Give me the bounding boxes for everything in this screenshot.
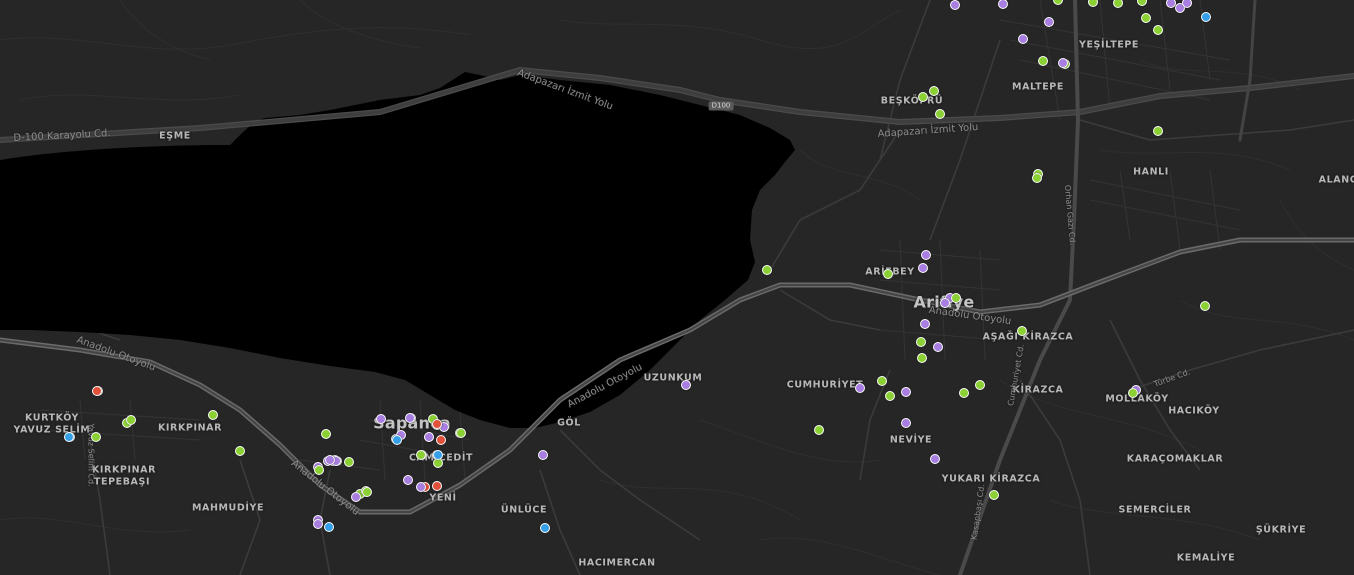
map-marker-purple[interactable] — [405, 413, 415, 423]
map-marker-purple[interactable] — [325, 455, 335, 465]
map-marker-green[interactable] — [1032, 173, 1042, 183]
map-marker-purple[interactable] — [424, 432, 434, 442]
map-marker-purple[interactable] — [1058, 58, 1068, 68]
place-label: MAHMUDİYE — [191, 502, 265, 514]
map-marker-purple[interactable] — [538, 450, 548, 460]
map-marker-red[interactable] — [436, 435, 446, 445]
map-marker-green[interactable] — [1141, 13, 1151, 23]
basemap — [0, 0, 1354, 575]
place-label: GÖL — [557, 417, 581, 429]
place-label: SEMERCİLER — [1118, 504, 1192, 516]
place-label: KIRKPINAR — [91, 464, 157, 476]
map-marker-purple[interactable] — [950, 0, 960, 10]
map-marker-red[interactable] — [92, 386, 102, 396]
place-label: YENİ — [429, 492, 457, 504]
place-label: ALANC — [1318, 174, 1354, 186]
place-label: UZUNKUM — [643, 372, 703, 384]
map-marker-green[interactable] — [1017, 326, 1027, 336]
place-label: AŞAĞI KİRAZCA — [982, 331, 1074, 343]
map-marker-green[interactable] — [929, 86, 939, 96]
map-marker-purple[interactable] — [933, 342, 943, 352]
place-label: HACIKÖY — [1168, 405, 1220, 417]
place-label: HACIMERCAN — [578, 557, 656, 569]
map-marker-green[interactable] — [314, 465, 324, 475]
map-marker-purple[interactable] — [930, 454, 940, 464]
map-marker-blue[interactable] — [433, 450, 443, 460]
map-marker-green[interactable] — [208, 410, 218, 420]
place-label: KEMALİYE — [1176, 552, 1236, 564]
map-marker-blue[interactable] — [64, 432, 74, 442]
map-marker-green[interactable] — [235, 446, 245, 456]
map-marker-red[interactable] — [432, 481, 442, 491]
place-label: ŞÜKRİYE — [1255, 524, 1307, 536]
place-label: CUMHURİYET — [786, 379, 864, 391]
map-marker-blue[interactable] — [324, 522, 334, 532]
map-marker-green[interactable] — [959, 388, 969, 398]
place-label: KURTKÖY — [24, 412, 80, 424]
map-marker-blue[interactable] — [540, 523, 550, 533]
place-label: NEVİYE — [889, 434, 933, 446]
place-label: TEPEBAŞI — [93, 476, 151, 488]
map-marker-red[interactable] — [432, 419, 442, 429]
place-label: YAVUZ SELİM — [13, 424, 91, 436]
map-marker-green[interactable] — [935, 109, 945, 119]
map-marker-purple[interactable] — [1044, 17, 1054, 27]
map-marker-green[interactable] — [126, 415, 136, 425]
map-marker-purple[interactable] — [681, 380, 691, 390]
map-marker-green[interactable] — [416, 450, 426, 460]
place-label: YUKARI KİRAZCA — [941, 473, 1041, 485]
place-label: KIRKPINAR — [157, 422, 223, 434]
place-label: KİRAZCA — [1012, 384, 1064, 396]
map-marker-purple[interactable] — [416, 482, 426, 492]
map-marker-purple[interactable] — [313, 519, 323, 529]
place-label: EŞME — [159, 130, 191, 142]
place-label: KARAÇOMAKLAR — [1126, 453, 1224, 465]
map-marker-green[interactable] — [1153, 25, 1163, 35]
map-marker-green[interactable] — [1128, 388, 1138, 398]
map-marker-purple[interactable] — [376, 414, 386, 424]
map-marker-green[interactable] — [1153, 126, 1163, 136]
map-marker-purple[interactable] — [901, 387, 911, 397]
place-label: BEŞKÖPRÜ — [880, 95, 944, 107]
map-marker-green[interactable] — [362, 487, 372, 497]
map-marker-green[interactable] — [762, 265, 772, 275]
map-marker-green[interactable] — [917, 353, 927, 363]
map-marker-green[interactable] — [91, 432, 101, 442]
place-label: ÜNLÜCE — [500, 504, 548, 516]
map-marker-green[interactable] — [885, 391, 895, 401]
place-label: HANLI — [1133, 166, 1169, 178]
map-marker-green[interactable] — [1038, 56, 1048, 66]
map-marker-green[interactable] — [1200, 301, 1210, 311]
map-marker-green[interactable] — [814, 425, 824, 435]
map-marker-green[interactable] — [456, 428, 466, 438]
place-label: MALTEPE — [1012, 81, 1064, 93]
place-label: YEŞİLTEPE — [1078, 39, 1140, 51]
map-marker-purple[interactable] — [351, 492, 361, 502]
map-marker-purple[interactable] — [920, 319, 930, 329]
map-marker-purple[interactable] — [855, 383, 865, 393]
map-marker-green[interactable] — [883, 269, 893, 279]
map-marker-purple[interactable] — [1018, 34, 1028, 44]
map-marker-purple[interactable] — [918, 263, 928, 273]
map-marker-green[interactable] — [321, 429, 331, 439]
map-marker-green[interactable] — [989, 490, 999, 500]
map-marker-purple[interactable] — [901, 418, 911, 428]
map-marker-purple[interactable] — [940, 298, 950, 308]
map-marker-blue[interactable] — [1201, 12, 1211, 22]
map-marker-green[interactable] — [877, 376, 887, 386]
map-marker-green[interactable] — [916, 337, 926, 347]
road-shield: D100 — [708, 101, 734, 111]
map-canvas[interactable]: YEŞİLTEPEMALTEPEBEŞKÖPRÜHANLIALANCEŞMEAR… — [0, 0, 1354, 575]
map-marker-green[interactable] — [918, 92, 928, 102]
map-marker-purple[interactable] — [403, 475, 413, 485]
map-marker-purple[interactable] — [921, 250, 931, 260]
map-marker-green[interactable] — [344, 457, 354, 467]
map-marker-green[interactable] — [951, 293, 961, 303]
map-marker-blue[interactable] — [392, 435, 402, 445]
map-marker-green[interactable] — [975, 380, 985, 390]
